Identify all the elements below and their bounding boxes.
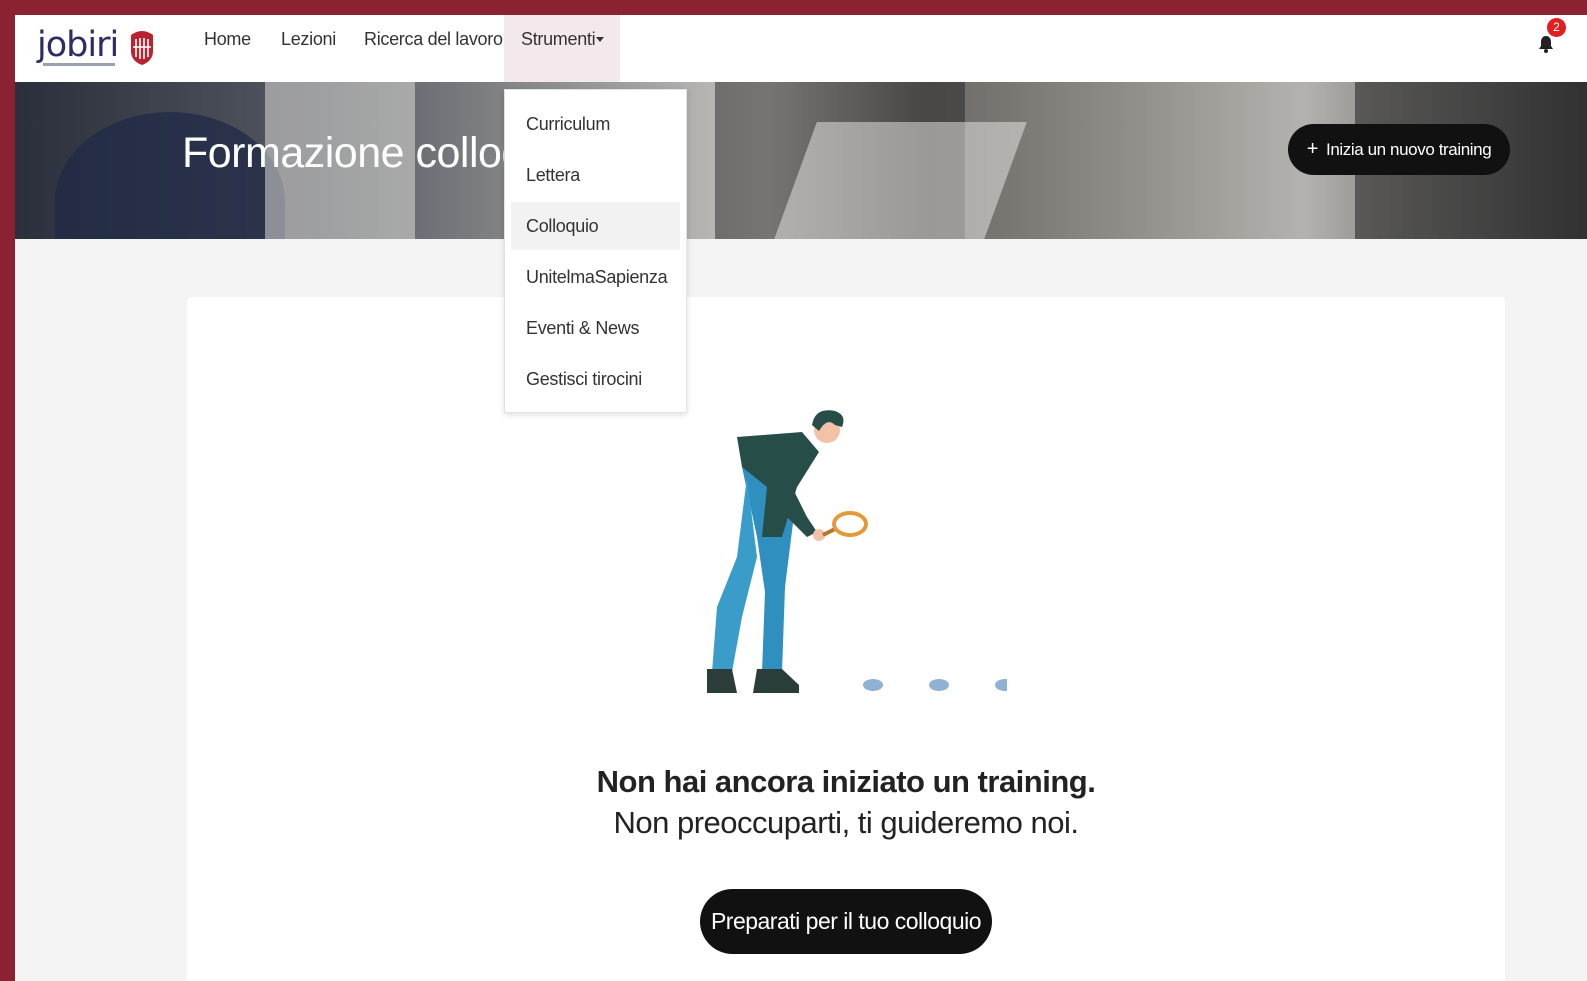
nav-lezioni[interactable]: Lezioni [281,15,336,82]
top-navbar: jobiri Home Lezioni Ricerca del lavoro S… [15,15,1587,82]
nav-home[interactable]: Home [204,15,251,82]
prepare-interview-button[interactable]: Preparati per il tuo colloquio [700,889,992,954]
hero-photo-bg [773,122,1027,239]
logo-text: jobiri [37,25,119,65]
bell-icon[interactable] [1538,35,1554,53]
new-training-button[interactable]: + Inizia un nuovo training [1288,124,1510,175]
dropdown-item-eventi-news[interactable]: Eventi & News [511,304,680,352]
nav-ricerca-del-lavoro[interactable]: Ricerca del lavoro [364,15,503,82]
nav-strumenti-label: Strumenti [521,29,596,49]
dropdown-item-unitelmasapienza[interactable]: UnitelmaSapienza [511,253,680,301]
notification-badge: 2 [1547,18,1566,37]
new-training-label: Inizia un nuovo training [1326,140,1492,159]
empty-state-title: Non hai ancora iniziato un training. [596,764,1096,799]
hero-banner: Formazione colloq + Inizia un nuovo train… [15,82,1587,239]
dropdown-item-gestisci-tirocini[interactable]: Gestisci tirocini [511,355,680,403]
strumenti-dropdown-menu: Curriculum Lettera Colloquio UnitelmaSap… [504,89,687,413]
logo-tagline-bar [43,63,115,66]
university-crest-icon [131,31,153,65]
empty-state-card: Non hai ancora iniziato un training. Non… [187,297,1505,981]
empty-state-subtitle: Non preoccuparti, ti guideremo noi. [613,805,1079,840]
dropdown-item-lettera[interactable]: Lettera [511,151,680,199]
searching-person-illustration [707,410,1007,693]
nav-strumenti-dropdown-toggle[interactable]: Strumenti [504,15,620,82]
caret-down-icon [596,37,604,42]
dropdown-item-colloquio[interactable]: Colloquio [511,202,680,250]
app-frame: jobiri Home Lezioni Ricerca del lavoro S… [15,15,1587,981]
dropdown-item-curriculum[interactable]: Curriculum [511,100,680,148]
plus-icon: + [1306,138,1319,160]
page-title: Formazione colloq [182,129,525,177]
jobiri-logo[interactable]: jobiri [25,23,155,73]
